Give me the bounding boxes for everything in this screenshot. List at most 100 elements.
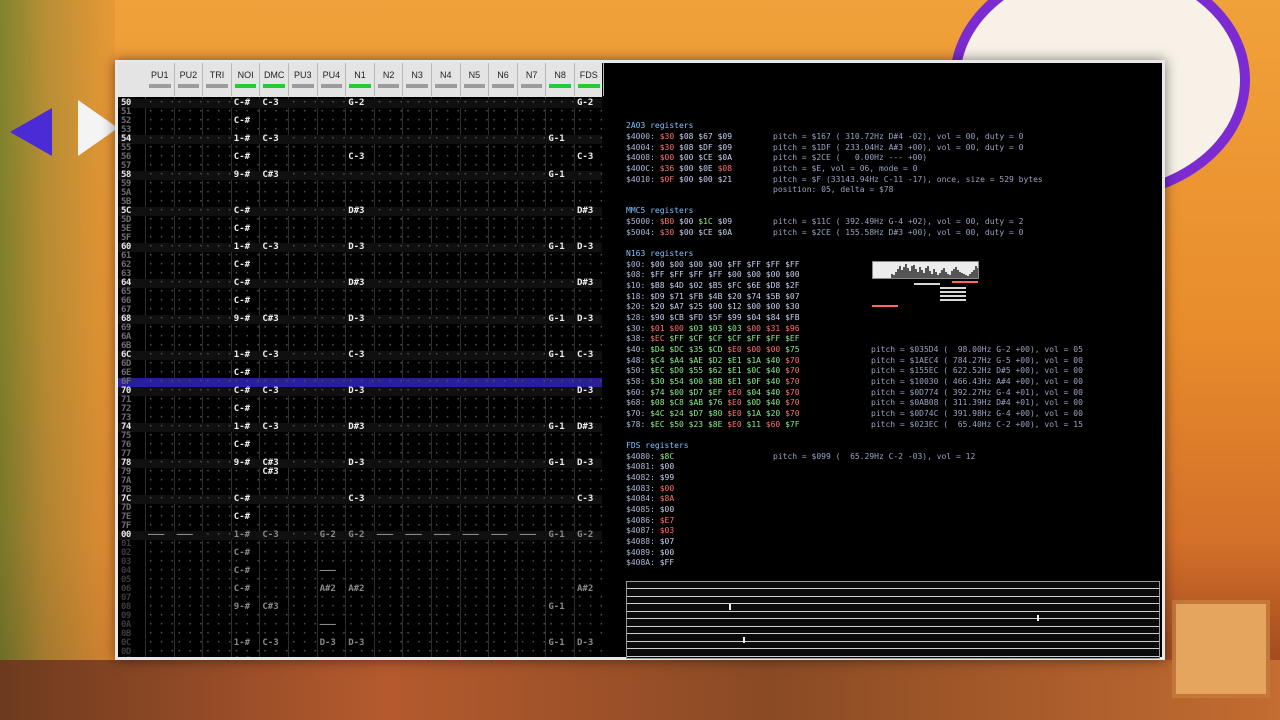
register-info: pitch = $2CE ( 0.00Hz --- +00) — [773, 153, 928, 163]
register-value: $00 — [765, 270, 781, 280]
channel-header-n6[interactable]: N6 — [489, 63, 518, 96]
channel-header-pu1[interactable]: PU1 — [146, 63, 175, 96]
pattern-cell[interactable]: · · · — [320, 656, 347, 657]
channel-header-pu4[interactable]: PU4 — [318, 63, 347, 96]
register-line: $4088: $07 — [626, 537, 1156, 548]
pattern-cell[interactable]: · · · — [262, 656, 289, 657]
channel-header-tri[interactable]: TRI — [203, 63, 232, 96]
channel-header-pu2[interactable]: PU2 — [175, 63, 204, 96]
register-value: $FB — [688, 291, 704, 301]
channel-header-dmc[interactable]: DMC — [260, 63, 289, 96]
register-info: pitch = $099 ( 65.29Hz C-2 -03), vol = 1… — [773, 451, 976, 461]
scope-line — [627, 595, 1159, 597]
register-value: $CB — [669, 312, 684, 322]
register-value: $00 — [669, 323, 684, 333]
register-value: $B0 — [659, 217, 675, 227]
register-value: $AB — [688, 398, 704, 408]
pattern-cell[interactable]: · · · — [291, 656, 318, 657]
pattern-cell[interactable]: · · · — [548, 656, 575, 657]
register-value: $00 — [688, 259, 704, 269]
channel-header-n1[interactable]: N1 — [346, 63, 375, 96]
channel-label: N2 — [382, 70, 395, 80]
register-value: $70 — [785, 366, 800, 376]
register-value: $00 — [679, 217, 694, 227]
pattern-cell[interactable]: · · · — [463, 656, 490, 657]
register-value: $FF — [785, 259, 800, 269]
register-value: $00 — [765, 302, 781, 312]
register-value: $E7 — [659, 515, 675, 525]
channel-header-pu3[interactable]: PU3 — [289, 63, 318, 96]
channel-header-n7[interactable]: N7 — [518, 63, 547, 96]
pattern-editor[interactable]: 50 · · · · · · · · · C-# C-3 · · · · · · G-2 · · … — [118, 97, 602, 657]
pattern-cell[interactable]: · · · — [405, 656, 432, 657]
register-address: $70: — [626, 409, 646, 419]
register-address: $4083: — [626, 483, 655, 493]
register-address: $28: — [626, 312, 646, 322]
register-value: $EC — [650, 419, 665, 429]
channel-header-n4[interactable]: N4 — [432, 63, 461, 96]
register-value: $00 — [659, 153, 675, 163]
register-value: $09 — [717, 217, 733, 227]
channel-label: DMC — [263, 70, 285, 80]
register-spacer — [626, 239, 1156, 249]
register-value: $FF — [650, 270, 665, 280]
pattern-cell[interactable]: · · · — [377, 656, 404, 657]
pattern-cell[interactable]: · · · — [577, 656, 602, 657]
register-value: $D2 — [707, 355, 723, 365]
register-info: pitch = $155EC ( 622.52Hz D#5 +00), vol … — [871, 366, 1083, 376]
register-line: $400C: $36 $00 $0E $08 pitch = $E, vol = … — [626, 164, 1156, 175]
register-address: $4088: — [626, 537, 655, 546]
register-value: $00 — [659, 504, 675, 514]
register-address: $48: — [626, 355, 646, 365]
n163-channel-markers — [872, 281, 992, 331]
n163-channel-marker — [914, 283, 940, 285]
register-value: $00 — [765, 345, 781, 354]
pattern-cell[interactable]: · · · — [491, 656, 518, 657]
register-value: $40 — [765, 377, 781, 387]
register-value: $D8 — [765, 280, 781, 290]
channel-volume-meter — [578, 84, 600, 88]
channel-label: N3 — [411, 70, 423, 80]
register-value: $08 — [679, 132, 694, 141]
channel-header-n8[interactable]: N8 — [546, 63, 575, 96]
channel-header-n3[interactable]: N3 — [403, 63, 432, 96]
tracker-window: PU1 PU2 TRI NOI DMC PU3 PU4 N1 N2 N3 N4 N5 N6 N7 N8 FDS… — [115, 60, 1165, 660]
register-value: $CF — [727, 334, 742, 344]
pattern-cell[interactable]: · · · — [520, 656, 547, 657]
channel-volume-meter — [320, 84, 343, 88]
pattern-cell[interactable]: · · · — [177, 656, 204, 657]
pattern-cell[interactable]: · · · — [148, 656, 175, 657]
register-value: $7F — [785, 419, 800, 429]
register-value: $0F — [659, 174, 675, 184]
register-value: $1A — [746, 355, 761, 365]
register-value: $07 — [659, 537, 675, 546]
register-section-title: N163 registers — [626, 248, 694, 258]
register-value: $00 — [698, 174, 713, 184]
scope-line — [627, 603, 1159, 604]
channel-header-n2[interactable]: N2 — [375, 63, 404, 96]
register-value: $5B — [765, 291, 781, 301]
register-address: $00: — [626, 259, 646, 269]
channel-header-noi[interactable]: NOI — [232, 63, 261, 96]
pattern-cell[interactable]: · · · — [348, 656, 375, 657]
background-white-arrow-shape — [78, 100, 118, 156]
pattern-cell[interactable]: · · · — [434, 656, 461, 657]
register-value: $01 — [650, 323, 665, 333]
register-address: $58: — [626, 377, 646, 387]
register-address: $30: — [626, 323, 646, 333]
register-value: $A7 — [669, 302, 684, 312]
channel-header-fds[interactable]: FDS — [575, 63, 604, 96]
register-value: $08 — [717, 164, 733, 174]
register-address: $78: — [626, 419, 646, 429]
channel-header-n5[interactable]: N5 — [461, 63, 490, 96]
scope-line — [627, 588, 1159, 589]
scope-note-marker — [729, 604, 731, 610]
register-address: $5004: — [626, 227, 655, 237]
register-value: $0A — [717, 227, 733, 237]
register-value: $D7 — [688, 387, 704, 397]
register-value: $31 — [765, 323, 781, 333]
pattern-cell[interactable]: C-# — [234, 656, 261, 657]
channel-label: N4 — [440, 70, 452, 80]
pattern-cell[interactable]: · · · — [205, 656, 232, 657]
channel-volume-meter — [234, 84, 257, 88]
